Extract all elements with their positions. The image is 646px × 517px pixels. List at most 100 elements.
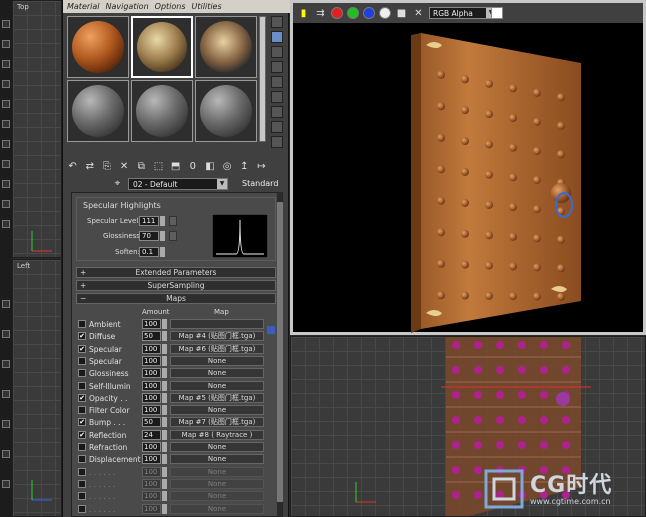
material-id-icon[interactable]: 0 <box>187 160 198 173</box>
map-amount-input[interactable]: 100 <box>142 442 161 452</box>
put-to-library-icon[interactable]: ⬒ <box>170 160 181 173</box>
map-amount-spinner[interactable] <box>162 442 167 452</box>
map-slot-button[interactable]: None <box>170 368 264 379</box>
menu-material[interactable]: Material <box>67 2 100 11</box>
assign-material-icon[interactable]: ⎘ <box>101 160 112 173</box>
map-amount-input[interactable]: 100 <box>142 343 161 354</box>
map-amount-spinner[interactable] <box>162 417 167 428</box>
tool-icon[interactable] <box>2 40 10 48</box>
color-swatch[interactable] <box>491 7 503 19</box>
glossiness-spinner[interactable] <box>160 231 165 241</box>
tool-icon[interactable] <box>2 200 10 208</box>
map-slot-button[interactable]: Map #4 (贴图门框.tga) <box>170 331 264 342</box>
map-enable-checkbox[interactable] <box>78 455 86 464</box>
map-enable-checkbox[interactable] <box>78 467 86 476</box>
menu-utilities[interactable]: Utilities <box>192 2 222 11</box>
map-amount-spinner[interactable] <box>162 392 167 403</box>
glossiness-input[interactable]: 70 <box>139 231 159 241</box>
map-enable-checkbox[interactable] <box>78 369 86 378</box>
menu-options[interactable]: Options <box>155 2 186 11</box>
background-icon[interactable] <box>271 46 283 58</box>
map-slot-button[interactable]: None <box>170 478 264 489</box>
tool-icon[interactable] <box>2 160 10 168</box>
map-amount-input[interactable]: 100 <box>142 405 161 416</box>
map-enable-checkbox[interactable]: ✔ <box>78 430 86 439</box>
tool-icon[interactable] <box>2 180 10 188</box>
video-color-check-icon[interactable] <box>271 76 283 88</box>
map-amount-spinner[interactable] <box>162 454 167 465</box>
get-material-icon[interactable]: ↶ <box>67 160 78 173</box>
map-slot-button[interactable]: None <box>170 442 264 452</box>
map-enable-checkbox[interactable] <box>78 381 86 390</box>
material-name-field[interactable]: 02 - Default ▼ <box>128 177 228 190</box>
extended-parameters-rollout[interactable]: + Extended Parameters <box>76 267 276 278</box>
channel-select[interactable]: RGB Alpha ▼ <box>429 7 497 19</box>
tool-icon[interactable] <box>2 360 10 368</box>
blue-channel-button[interactable] <box>363 7 375 19</box>
show-end-result-icon[interactable]: ◎ <box>222 160 233 173</box>
map-enable-checkbox[interactable] <box>78 406 86 415</box>
map-enable-checkbox[interactable] <box>78 320 86 328</box>
clone-icon[interactable]: ⇉ <box>314 7 327 20</box>
map-amount-spinner[interactable] <box>162 343 167 354</box>
map-amount-input[interactable]: 100 <box>142 368 161 379</box>
put-to-scene-icon[interactable]: ⇄ <box>84 160 95 173</box>
map-slot-button[interactable]: None <box>170 405 264 416</box>
backlight-icon[interactable] <box>271 31 283 43</box>
map-amount-spinner[interactable] <box>162 491 167 502</box>
copy-material-icon[interactable]: ⧉ <box>136 160 147 173</box>
tool-icon[interactable] <box>2 80 10 88</box>
map-amount-spinner[interactable] <box>162 478 167 489</box>
options-icon[interactable] <box>271 106 283 118</box>
map-amount-spinner[interactable] <box>162 503 167 514</box>
map-slot-button[interactable]: Map #8 ( Raytrace ) <box>170 429 264 440</box>
map-amount-input[interactable]: 50 <box>142 331 161 342</box>
tool-icon[interactable] <box>2 390 10 398</box>
top-viewport[interactable]: Top <box>12 0 62 258</box>
map-amount-input[interactable]: 24 <box>142 429 161 440</box>
sample-slot[interactable] <box>131 80 193 142</box>
specular-level-spinner[interactable] <box>160 216 165 226</box>
save-bitmap-icon[interactable]: ▮ <box>297 7 310 20</box>
map-slot-button[interactable] <box>170 319 264 329</box>
map-amount-spinner[interactable] <box>162 429 167 440</box>
map-slot-button[interactable]: None <box>170 355 264 366</box>
map-slot-button[interactable]: Map #7 (贴图门框.tga) <box>170 417 264 428</box>
tool-icon[interactable] <box>2 20 10 28</box>
tool-icon[interactable] <box>2 420 10 428</box>
tool-icon[interactable] <box>2 330 10 338</box>
left-viewport[interactable]: Left <box>12 259 62 517</box>
parameters-scrollbar[interactable] <box>277 192 283 517</box>
map-amount-spinner[interactable] <box>162 368 167 379</box>
map-enable-checkbox[interactable]: ✔ <box>78 418 86 427</box>
map-enable-checkbox[interactable] <box>78 504 86 513</box>
map-enable-checkbox[interactable] <box>78 356 86 365</box>
map-amount-input[interactable]: 100 <box>142 503 161 514</box>
map-amount-input[interactable]: 100 <box>142 380 161 391</box>
sample-type-icon[interactable] <box>271 16 283 28</box>
map-amount-input[interactable]: 50 <box>142 417 161 428</box>
make-unique-icon[interactable]: ⬚ <box>153 160 164 173</box>
monochrome-icon[interactable]: ■ <box>395 7 408 20</box>
map-amount-spinner[interactable] <box>162 466 167 477</box>
menu-navigation[interactable]: Navigation <box>106 2 149 11</box>
alpha-channel-button[interactable] <box>379 7 391 19</box>
tool-icon[interactable] <box>2 120 10 128</box>
tool-icon[interactable] <box>2 220 10 228</box>
sample-slot[interactable] <box>67 16 129 78</box>
soften-input[interactable]: 0.1 <box>139 247 159 257</box>
reset-map-icon[interactable]: ✕ <box>119 160 130 173</box>
map-slot-button[interactable]: None <box>170 503 264 514</box>
sample-slot[interactable] <box>67 80 129 142</box>
tool-icon[interactable] <box>2 450 10 458</box>
make-preview-icon[interactable] <box>271 91 283 103</box>
show-map-icon[interactable]: ◧ <box>204 160 215 173</box>
map-enable-checkbox[interactable]: ✔ <box>78 393 86 402</box>
tool-icon[interactable] <box>2 480 10 488</box>
map-enable-checkbox[interactable] <box>78 479 86 488</box>
select-by-material-icon[interactable] <box>271 121 283 133</box>
map-slot-button[interactable]: Map #6 (贴图门框.tga) <box>170 343 264 354</box>
slots-scrollbar[interactable] <box>259 16 266 142</box>
map-slot-button[interactable]: None <box>170 491 264 502</box>
map-slot-button[interactable]: None <box>170 454 264 465</box>
